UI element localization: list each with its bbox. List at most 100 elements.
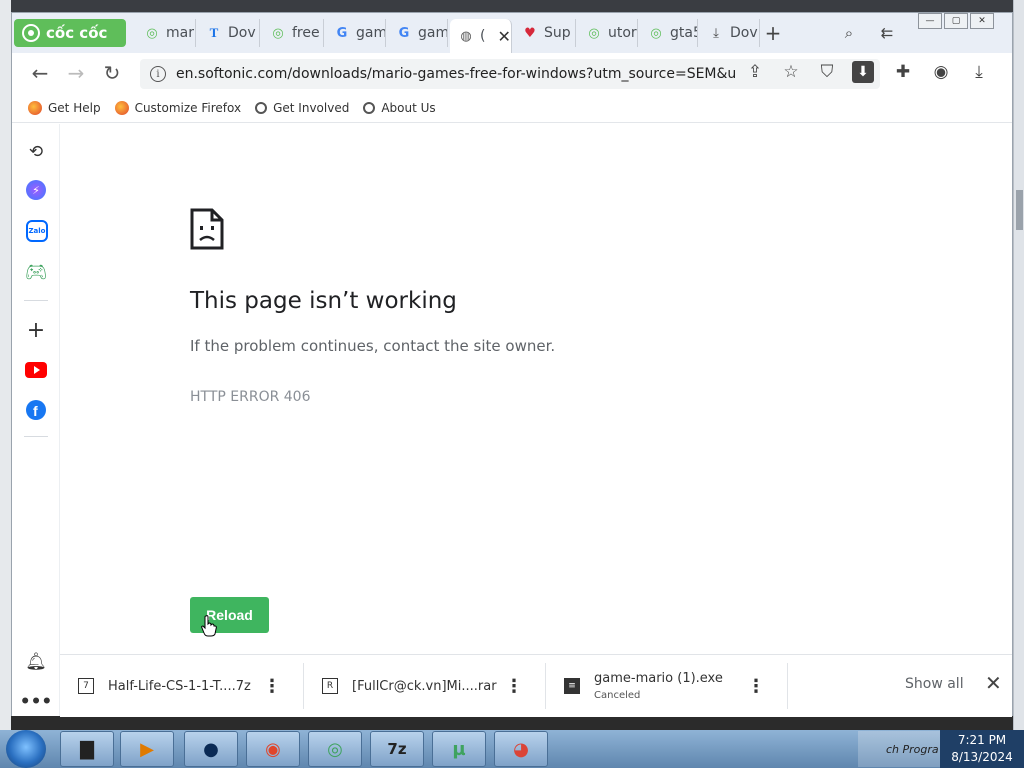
tab-label: ( — [480, 28, 486, 44]
bookmark-customize-firefox[interactable]: Customize Firefox — [114, 100, 241, 115]
window-controls: — ▢ ✕ — [918, 13, 994, 29]
coccoc-menu-button[interactable]: cốc cốc — [14, 19, 126, 47]
address-bar-actions: ⇪ ☆ ⛉ ⬇ — [744, 61, 874, 83]
facebook-icon[interactable]: f — [24, 398, 48, 422]
taskbar-clock[interactable]: 7:21 PM 8/13/2024 — [940, 730, 1024, 768]
add-panel-icon[interactable]: + — [24, 318, 48, 343]
messenger-icon[interactable]: ⚡ — [26, 180, 46, 200]
tab-1[interactable]: ◎ mari — [136, 19, 196, 47]
download-item-1[interactable]: 7 Half-Life-CS-1-1-T....7z ⋮ — [60, 663, 304, 709]
save-page-icon[interactable]: ⬇ — [852, 61, 874, 83]
bookmark-label: About Us — [381, 100, 436, 115]
scrollbar-thumb[interactable] — [1016, 190, 1023, 230]
tab-strip: cốc cốc ◎ mari T Dov ◎ free G gam G gam … — [12, 13, 1012, 53]
coccoc-favicon-icon: ◎ — [272, 25, 284, 41]
tab-label: gam — [418, 25, 448, 41]
taskbar-app-7zip-icon[interactable]: 7z — [370, 731, 424, 767]
close-window-icon[interactable]: ✕ — [970, 13, 994, 29]
reload-icon[interactable]: ↻ — [98, 61, 126, 85]
google-favicon-icon: G — [398, 25, 410, 41]
url-text[interactable]: en.softonic.com/downloads/mario-games-fr… — [176, 66, 736, 82]
back-icon[interactable]: ← — [26, 61, 54, 85]
taskbar-app-terminal-icon[interactable]: ▇ — [60, 731, 114, 767]
bookmark-get-involved[interactable]: Get Involved — [255, 101, 349, 115]
hand-cursor-icon — [201, 615, 217, 637]
tab-7[interactable]: ♥ Sup — [514, 19, 576, 47]
tab-label: Dov — [228, 25, 256, 41]
background-window-scrollbar[interactable] — [1013, 0, 1024, 730]
tab-8[interactable]: ◎ utor — [578, 19, 638, 47]
tab-6-active[interactable]: ◍ ( ✕ — [450, 19, 512, 53]
tab-close-icon[interactable]: ✕ — [497, 27, 510, 46]
taskbar-app-firefox-icon[interactable]: ◉ — [246, 731, 300, 767]
history-icon[interactable]: ⟲ — [24, 140, 48, 164]
new-tab-icon[interactable]: + — [762, 21, 784, 45]
download-status: Canceled — [594, 690, 641, 701]
show-all-downloads-link[interactable]: Show all — [905, 676, 964, 692]
tab-10[interactable]: ⤓ Dov — [700, 19, 760, 47]
tab-3[interactable]: ◎ free — [262, 19, 324, 47]
tab-9[interactable]: ◎ gta5 — [640, 19, 698, 47]
system-tray: ch Progra — [858, 731, 940, 767]
taskbar-app-utorrent-icon[interactable]: µ — [432, 731, 486, 767]
error-code: HTTP ERROR 406 — [190, 389, 311, 405]
globe-icon — [255, 101, 268, 114]
tab-label: mari — [166, 25, 196, 41]
tab-label: gam — [356, 25, 386, 41]
tab-back-icon[interactable]: ⇇ — [876, 22, 898, 44]
bookmarks-bar: Get Help Customize Firefox Get Involved … — [12, 93, 1012, 123]
bookmark-star-icon[interactable]: ☆ — [780, 61, 802, 83]
forward-icon[interactable]: → — [62, 61, 90, 85]
coccoc-logo-icon — [22, 24, 40, 42]
close-downloads-bar-icon[interactable]: ✕ — [985, 671, 1002, 695]
youtube-icon[interactable] — [24, 358, 48, 382]
site-info-icon[interactable]: i — [150, 66, 166, 82]
archive-file-icon: 7 — [78, 678, 94, 694]
download-menu-icon[interactable]: ⋮ — [747, 676, 765, 697]
tab-5[interactable]: G gam — [388, 19, 448, 47]
side-panel: ⟲ ⚡ Zalo 🎮︎ + f 🔔︎ ••• — [12, 124, 60, 716]
share-icon[interactable]: ⇪ — [744, 61, 766, 83]
taskbar-app-media-player-icon[interactable]: ▶ — [120, 731, 174, 767]
more-options-icon[interactable]: ••• — [20, 690, 53, 714]
extensions-icon[interactable]: ✚ — [892, 61, 914, 83]
svg-text:f: f — [33, 403, 38, 419]
downloads-icon[interactable]: ⤓ — [968, 61, 990, 83]
profile-icon[interactable]: ◉ — [930, 61, 952, 83]
download-text: game-mario (1).exe Canceled — [594, 671, 723, 701]
rar-file-icon: R — [322, 678, 338, 694]
desktop-top-strip — [0, 0, 1024, 12]
desktop-left-strip — [0, 0, 11, 730]
error-subtitle: If the problem continues, contact the si… — [190, 337, 556, 355]
error-title: This page isn’t working — [190, 288, 457, 314]
tab-2[interactable]: T Dov — [198, 19, 260, 47]
browser-window: cốc cốc ◎ mari T Dov ◎ free G gam G gam … — [11, 12, 1013, 717]
download-menu-icon[interactable]: ⋮ — [263, 676, 281, 697]
taskbar-app-coccoc-icon[interactable]: ◎ — [308, 731, 362, 767]
taskbar-app-steam-icon[interactable]: ● — [184, 731, 238, 767]
page-content: This page isn’t working If the problem c… — [60, 124, 1012, 654]
shield-icon[interactable]: ⛉ — [816, 61, 838, 83]
search-tabs-icon[interactable]: ⌕ — [838, 22, 860, 44]
bookmark-get-help[interactable]: Get Help — [28, 100, 101, 115]
gamepad-icon[interactable]: 🎮︎ — [24, 260, 48, 284]
tab-label: Dov — [730, 25, 758, 41]
download-item-3[interactable]: ≡ game-mario (1).exe Canceled ⋮ — [546, 663, 788, 709]
nav-toolbar: ← → ↻ i en.softonic.com/downloads/mario-… — [12, 53, 1012, 93]
google-favicon-icon: G — [336, 25, 348, 41]
maximize-icon[interactable]: ▢ — [944, 13, 968, 29]
bookmark-about-us[interactable]: About Us — [363, 100, 436, 115]
notification-bell-icon[interactable]: 🔔︎ — [24, 650, 48, 674]
minimize-icon[interactable]: — — [918, 13, 942, 29]
download-menu-icon[interactable]: ⋮ — [505, 676, 523, 697]
tab-label: gta5 — [670, 25, 697, 41]
tab-4[interactable]: G gam — [326, 19, 386, 47]
zalo-icon[interactable]: Zalo — [26, 220, 48, 242]
taskbar-app-chrome-icon[interactable]: ◕ — [494, 731, 548, 767]
download-item-2[interactable]: R [FullCr@ck.vn]Mi....rar ⋮ — [304, 663, 546, 709]
tab-label: free — [292, 25, 320, 41]
start-button-icon[interactable] — [6, 730, 46, 768]
exe-file-icon: ≡ — [564, 678, 580, 694]
heart-favicon-icon: ♥ — [524, 25, 536, 41]
globe-icon — [363, 101, 376, 114]
